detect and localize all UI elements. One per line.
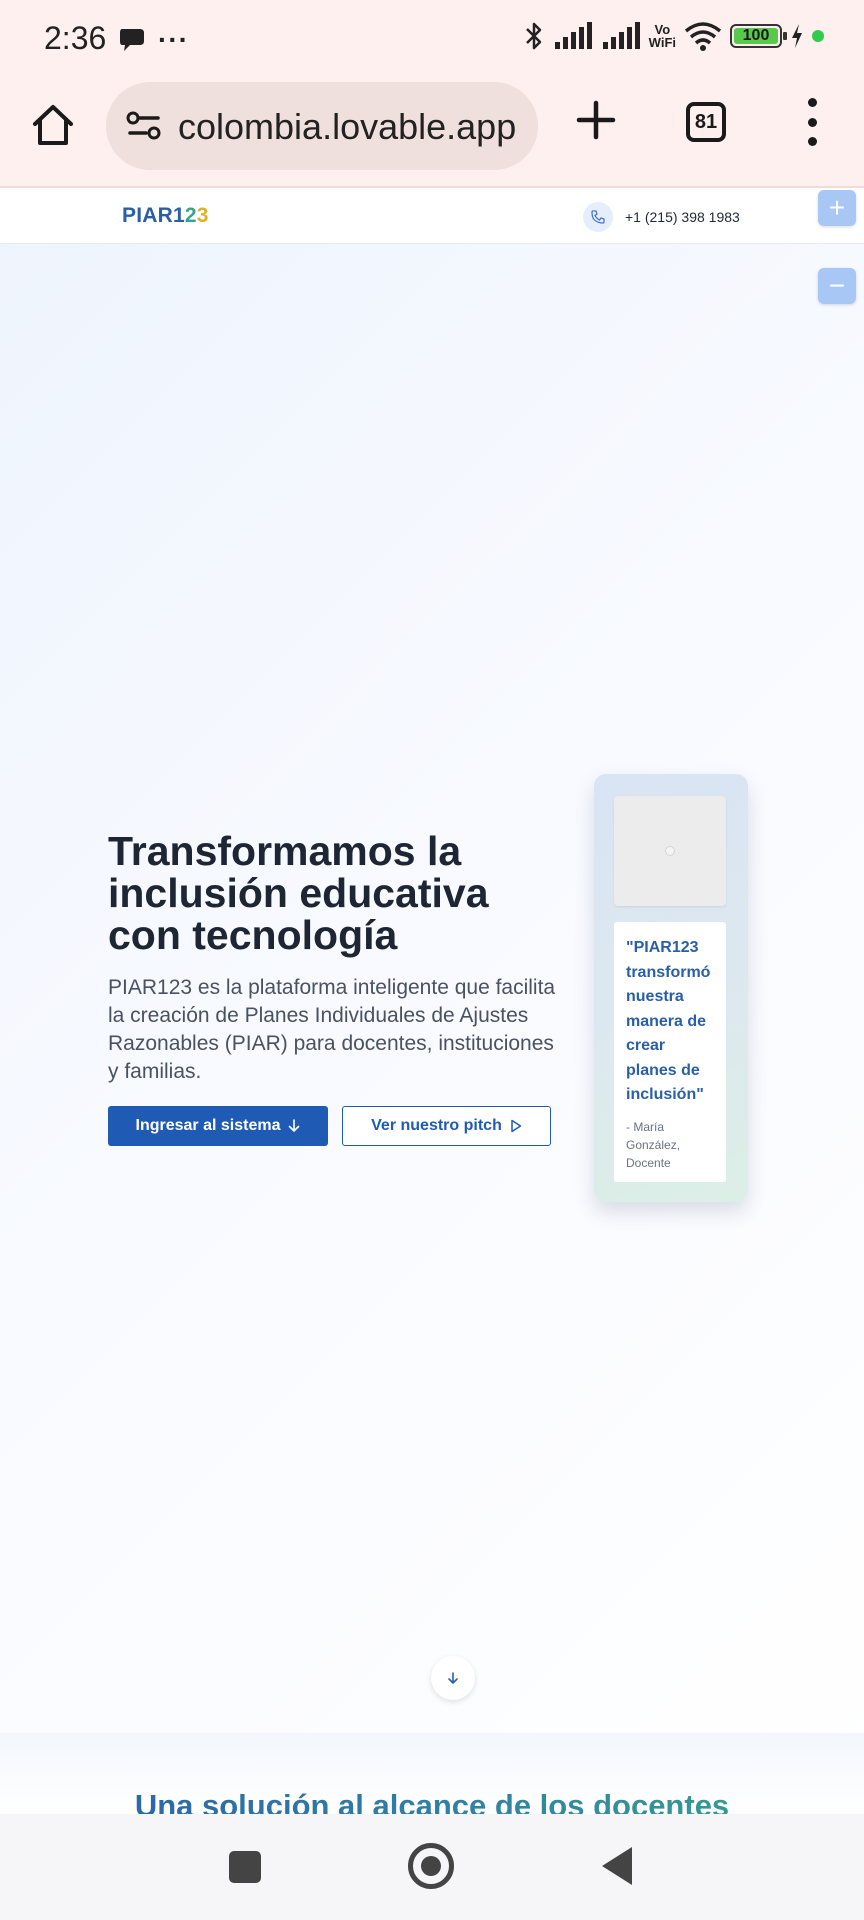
login-button[interactable]: Ingresar al sistema: [108, 1106, 328, 1146]
hero-title: Transformamos la inclusión educativa con…: [108, 828, 489, 958]
browser-toolbar: colombia.lovable.app 81: [0, 80, 864, 188]
play-icon: [511, 1119, 522, 1133]
signal-strength-icon-2: [602, 22, 640, 49]
wifi-icon: [684, 22, 722, 51]
address-bar[interactable]: colombia.lovable.app: [106, 82, 538, 170]
testimonial-quote-box: "PIAR123 transformó nuestra manera de cr…: [614, 922, 726, 1182]
testimonial-image-placeholder: [614, 796, 726, 906]
new-tab-icon[interactable]: [576, 100, 616, 140]
vowifi-line2: WiFi: [648, 35, 676, 50]
browser-menu-icon[interactable]: [800, 98, 824, 146]
status-time: 2:36: [44, 20, 107, 56]
testimonial-card: "PIAR123 transformó nuestra manera de cr…: [594, 774, 748, 1202]
url-text[interactable]: colombia.lovable.app: [178, 106, 528, 148]
phone-contact[interactable]: +1 (215) 398 1983: [583, 202, 740, 232]
login-button-label: Ingresar al sistema: [135, 1117, 281, 1134]
home-icon[interactable]: [30, 102, 76, 148]
site-settings-icon[interactable]: [126, 110, 162, 142]
bluetooth-icon: [525, 22, 541, 50]
recent-apps-icon[interactable]: [229, 1851, 261, 1883]
site-header: PIAR123 +1 (215) 398 1983: [0, 190, 864, 244]
logo-digit-3: 3: [196, 204, 209, 227]
zoom-in-button[interactable]: +: [818, 190, 856, 226]
vowifi-icon: Vo WiFi: [649, 23, 676, 49]
back-icon[interactable]: [602, 1847, 632, 1885]
status-bar: 2:36 ··· Vo WiFi 100: [0, 0, 864, 80]
battery-icon: 100: [730, 24, 787, 48]
more-notifications-icon: ···: [158, 24, 189, 55]
charging-bolt-icon: [792, 24, 802, 48]
phone-number: +1 (215) 398 1983: [625, 209, 740, 225]
pitch-button[interactable]: Ver nuestro pitch: [342, 1106, 551, 1146]
battery-level: 100: [742, 27, 770, 44]
site-logo[interactable]: PIAR123: [122, 204, 209, 228]
tab-switcher-button[interactable]: 81: [686, 102, 726, 142]
testimonial-quote: "PIAR123 transformó nuestra manera de cr…: [626, 939, 711, 1103]
logo-digit-2: 2: [184, 204, 197, 227]
phone-icon: [583, 202, 613, 232]
arrow-down-icon: [289, 1119, 300, 1132]
privacy-indicator-dot: [812, 30, 824, 42]
loading-indicator-icon: [665, 846, 675, 856]
home-nav-icon[interactable]: [408, 1843, 454, 1889]
pitch-button-label: Ver nuestro pitch: [371, 1117, 502, 1134]
web-page: PIAR123 +1 (215) 398 1983 + − Transforma…: [0, 190, 864, 1814]
status-system-icons: Vo WiFi 100: [523, 20, 824, 52]
zoom-out-button[interactable]: −: [818, 268, 856, 304]
status-notification-icons: ···: [118, 24, 189, 56]
logo-digit-1: 1: [172, 204, 185, 227]
next-section-title: Una solución al alcance de los docentes: [0, 1788, 864, 1814]
hero-description: PIAR123 es la plataforma inteligente que…: [108, 976, 556, 1083]
logo-text: PIAR: [122, 204, 173, 227]
message-bubble-icon: [120, 29, 144, 51]
scroll-down-button[interactable]: [431, 1656, 475, 1700]
arrow-down-icon: [448, 1672, 458, 1684]
signal-strength-icon: [554, 22, 592, 49]
testimonial-author: - María González, Docente: [626, 1119, 681, 1170]
